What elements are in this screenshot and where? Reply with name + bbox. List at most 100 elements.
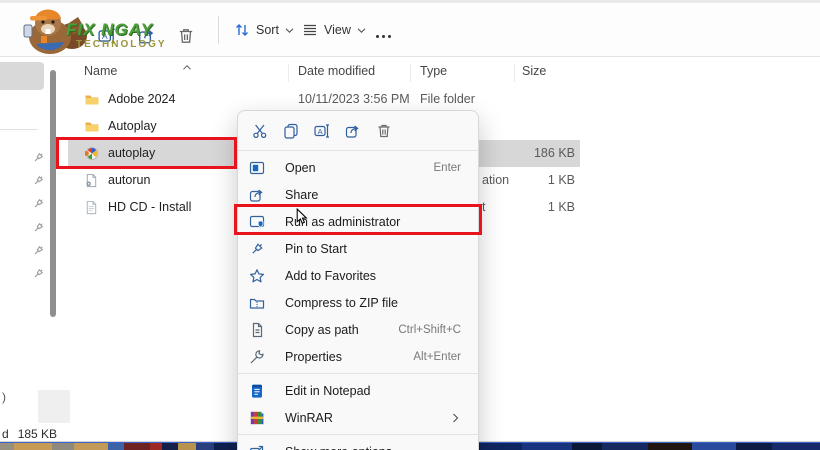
menu-item-label: Show more options <box>285 445 461 450</box>
more-options-button[interactable] <box>370 23 397 49</box>
column-header-name[interactable]: Name <box>84 64 117 78</box>
menu-item-copy-as-path[interactable]: Copy as path Ctrl+Shift+C <box>238 316 478 343</box>
folder-icon <box>84 119 100 135</box>
sort-button-label: Sort <box>256 23 279 37</box>
nav-text-fragment: ) <box>2 390 6 404</box>
menu-item-label: Pin to Start <box>285 242 461 256</box>
open-icon <box>249 160 265 176</box>
config-file-icon <box>84 173 100 189</box>
file-date: 10/11/2023 3:56 PM <box>298 92 410 106</box>
menu-item-label: Add to Favorites <box>285 269 461 283</box>
view-lines-icon <box>302 22 318 38</box>
watermark-line2: TECHNOLOGY <box>76 39 167 50</box>
file-type: File folder <box>420 92 475 106</box>
rename-icon[interactable]: A <box>310 119 333 142</box>
menu-item-compress-to-zip[interactable]: Compress to ZIP file <box>238 289 478 316</box>
menu-item-show-more-options[interactable]: Show more options <box>238 438 478 450</box>
quick-actions-row: A <box>238 111 478 147</box>
share-icon <box>249 187 265 203</box>
column-header-size[interactable]: Size <box>522 64 546 78</box>
chevron-down-icon <box>357 27 366 34</box>
column-separator <box>514 64 515 82</box>
file-name: autorun <box>108 173 150 187</box>
file-name: Autoplay <box>108 119 157 133</box>
tutorial-highlight-run-admin <box>234 204 482 235</box>
menu-item-shortcut: Alt+Enter <box>413 351 461 363</box>
menu-item-winrar[interactable]: WinRAR <box>238 404 478 431</box>
zip-folder-icon <box>249 295 265 311</box>
view-button-label: View <box>324 23 351 37</box>
file-type-fragment: ation <box>482 173 509 187</box>
file-name: HD CD - Install <box>108 200 191 214</box>
menu-item-pin-to-start[interactable]: Pin to Start <box>238 235 478 262</box>
pushpin-icon <box>32 151 45 164</box>
folder-icon <box>84 92 100 108</box>
sort-ascending-icon <box>182 64 192 71</box>
sort-arrows-icon <box>234 22 250 38</box>
chevron-right-icon <box>451 413 461 423</box>
pushpin-icon <box>32 244 45 257</box>
context-menu: A Open Enter Share <box>237 110 479 450</box>
file-size: 1 KB <box>548 173 575 187</box>
column-separator <box>288 64 289 82</box>
column-headers: Name Date modified Type Size <box>62 62 602 82</box>
cut-icon[interactable] <box>248 119 271 142</box>
chevron-down-icon <box>285 27 294 34</box>
toolbar-divider <box>218 16 219 44</box>
view-button[interactable]: View <box>296 17 372 43</box>
menu-item-label: Copy as path <box>285 323 398 337</box>
command-toolbar: A FIX <box>0 3 820 57</box>
pushpin-icon <box>32 197 45 210</box>
pushpin-icon <box>32 221 45 234</box>
menu-item-properties[interactable]: Properties Alt+Enter <box>238 343 478 370</box>
trash-icon[interactable] <box>372 119 395 142</box>
menu-item-shortcut: Ctrl+Shift+C <box>398 324 461 336</box>
nav-scrollbar[interactable] <box>50 70 56 317</box>
status-bar: d 185 KB <box>2 427 57 441</box>
menu-item-label: Open <box>285 161 434 175</box>
menu-divider <box>238 434 478 435</box>
watermark-line1: FIX NGAY <box>66 20 153 40</box>
mouse-cursor <box>296 208 309 226</box>
column-header-type[interactable]: Type <box>420 64 447 78</box>
menu-item-open[interactable]: Open Enter <box>238 154 478 181</box>
pin-icon <box>249 241 265 257</box>
tutorial-highlight-file <box>56 137 237 169</box>
share-icon[interactable] <box>341 119 364 142</box>
menu-item-shortcut: Enter <box>434 162 462 174</box>
pushpin-icon <box>32 267 45 280</box>
notepad-icon <box>249 383 265 399</box>
menu-item-add-to-favorites[interactable]: Add to Favorites <box>238 262 478 289</box>
nav-selected-item[interactable] <box>0 62 44 90</box>
menu-item-label: WinRAR <box>285 411 451 425</box>
status-selected-size: 185 KB <box>18 427 57 441</box>
copy-path-icon <box>249 322 265 338</box>
winrar-icon <box>249 410 265 426</box>
status-fragment: d <box>2 427 9 441</box>
nav-divider <box>0 129 38 130</box>
menu-item-label: Edit in Notepad <box>285 384 461 398</box>
file-size: 186 KB <box>534 146 575 160</box>
sort-button[interactable]: Sort <box>228 17 300 43</box>
menu-divider <box>238 150 478 151</box>
star-icon <box>249 268 265 284</box>
file-explorer-window: A FIX <box>0 0 820 450</box>
svg-text:A: A <box>317 126 322 135</box>
file-name: Adobe 2024 <box>108 92 175 106</box>
show-more-icon <box>249 444 265 450</box>
text-document-icon <box>84 200 100 216</box>
menu-item-label: Properties <box>285 350 413 364</box>
file-row-adobe-2024[interactable]: Adobe 2024 10/11/2023 3:56 PM File folde… <box>62 86 602 113</box>
pushpin-icon <box>32 174 45 187</box>
menu-divider <box>238 373 478 374</box>
wrench-icon <box>249 349 265 365</box>
column-header-date[interactable]: Date modified <box>298 64 375 78</box>
menu-item-label: Compress to ZIP file <box>285 296 461 310</box>
file-size: 1 KB <box>548 200 575 214</box>
menu-item-label: Share <box>285 188 461 202</box>
menu-item-edit-in-notepad[interactable]: Edit in Notepad <box>238 377 478 404</box>
file-type-fragment: t <box>482 200 485 214</box>
copy-icon[interactable] <box>279 119 302 142</box>
column-separator <box>410 64 411 82</box>
nav-item-partial <box>38 390 70 423</box>
